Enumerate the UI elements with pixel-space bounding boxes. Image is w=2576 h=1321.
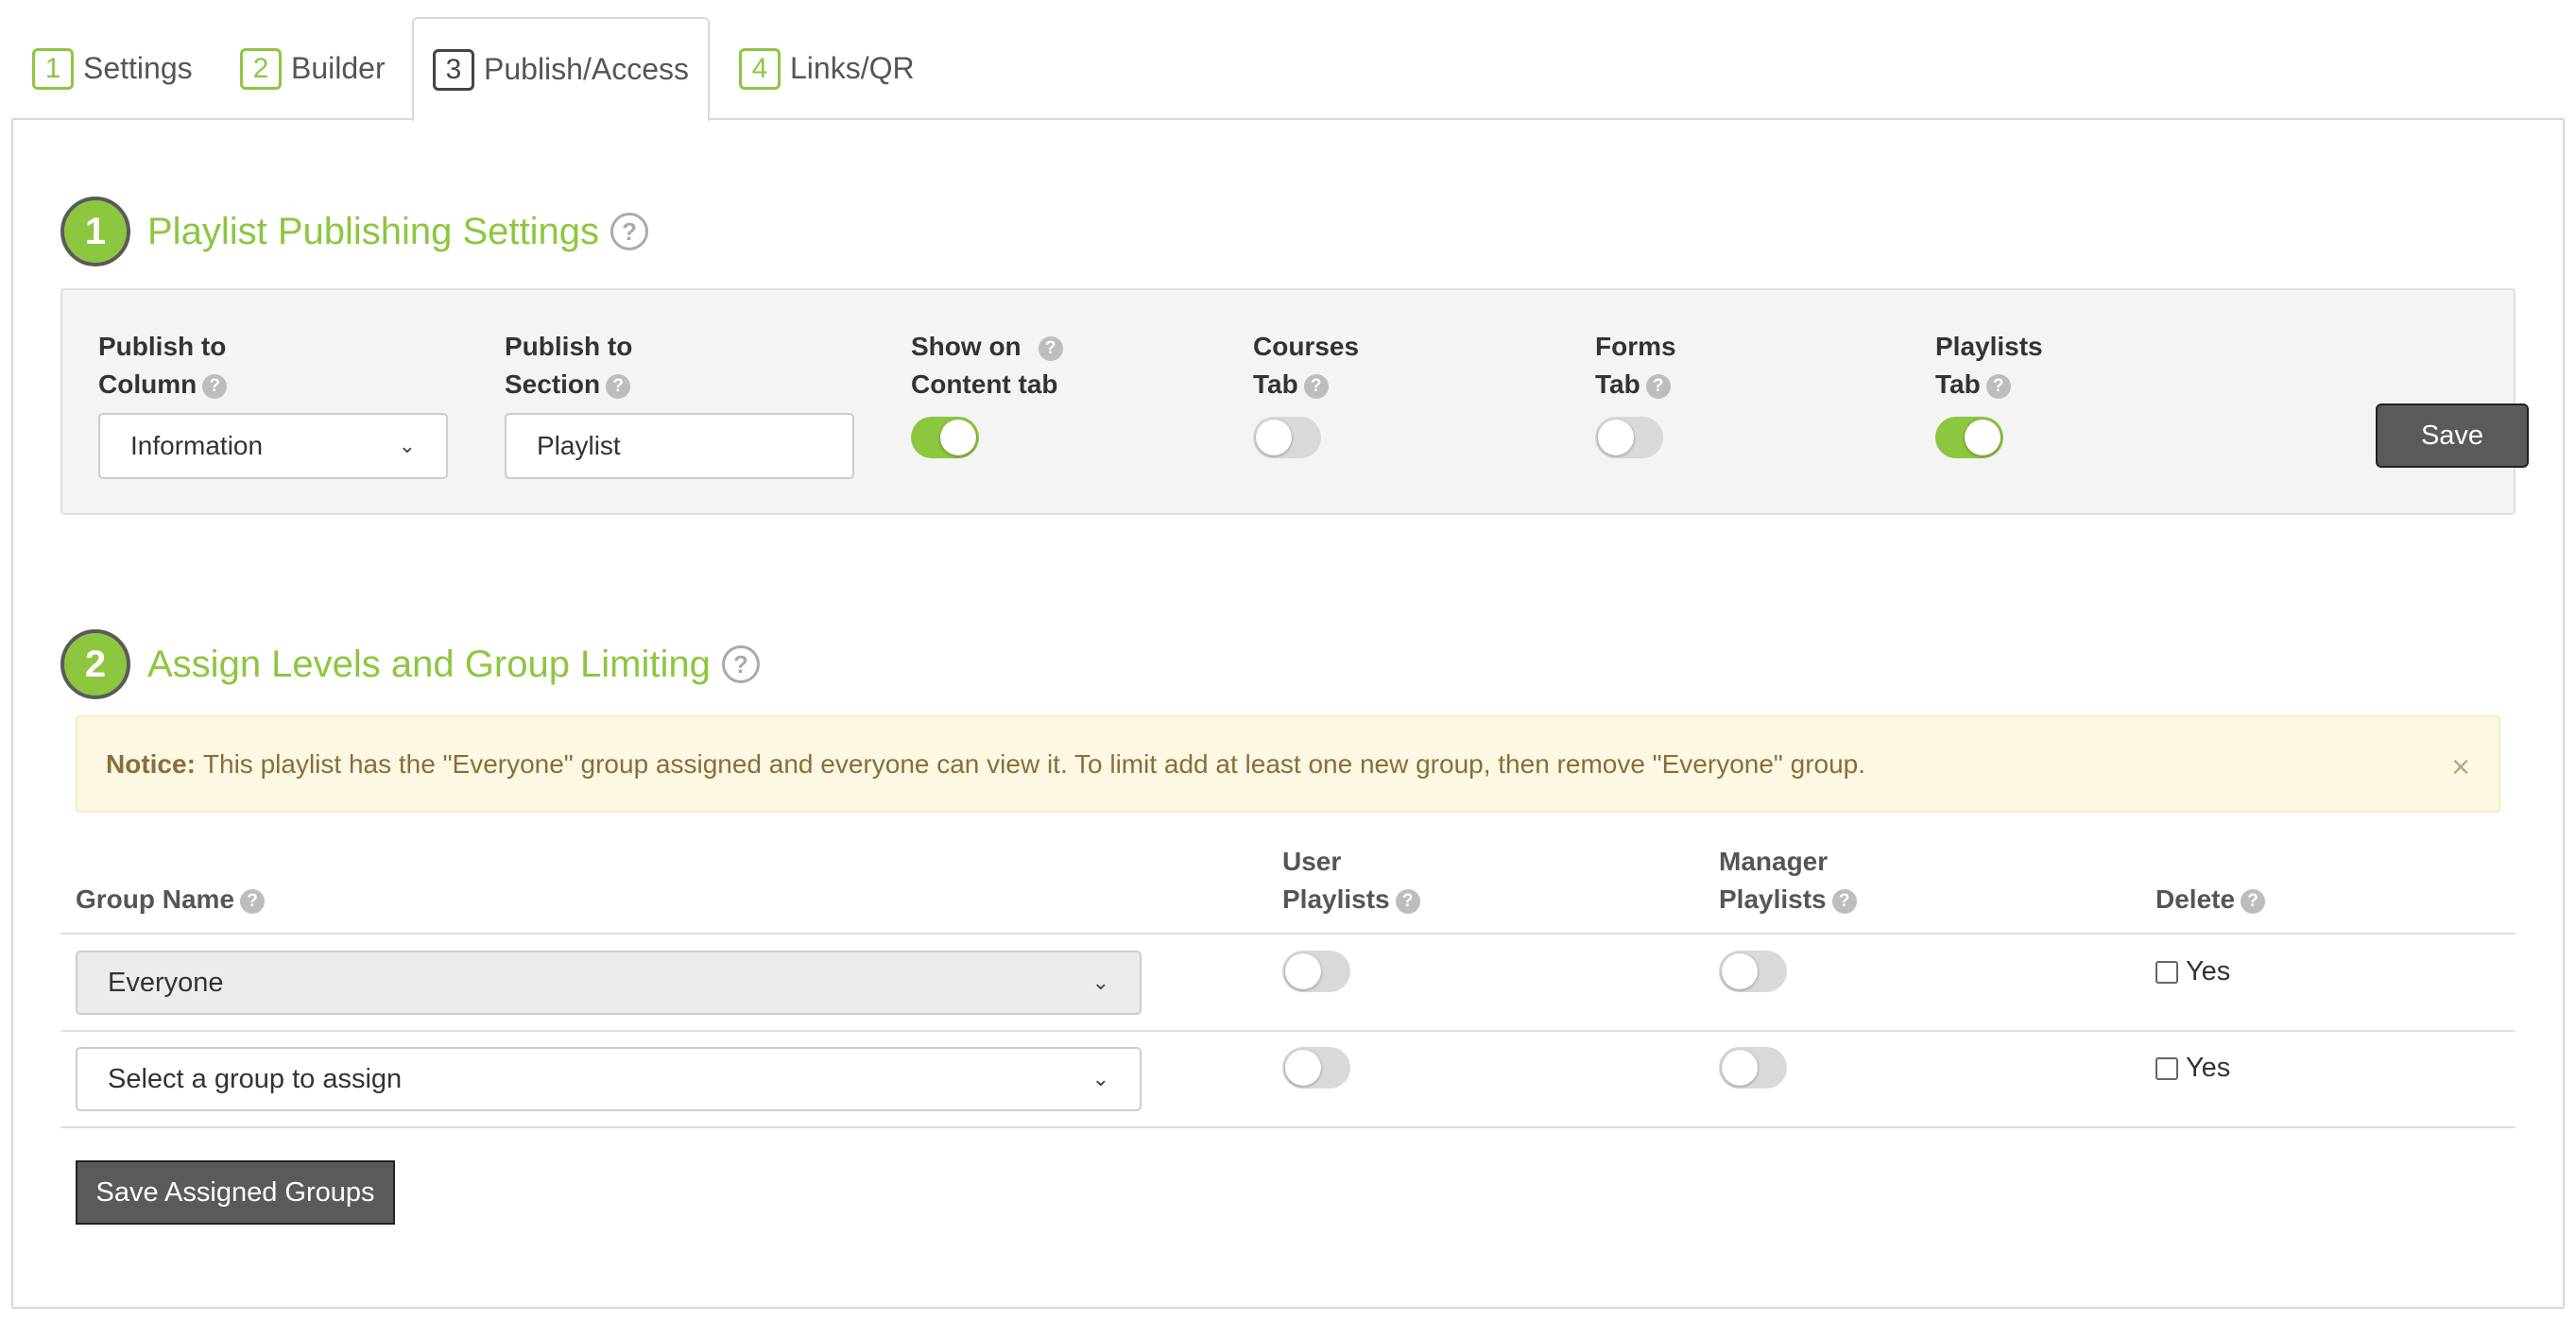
publish-column-value: Information (130, 431, 264, 460)
forms-tab-toggle[interactable] (1595, 417, 1663, 458)
section-2-title: Assign Levels and Group Limiting (147, 643, 711, 685)
delete-checkbox[interactable] (2155, 960, 2178, 984)
step-badge-2: 2 (60, 629, 130, 699)
section-1-header: 1 Playlist Publishing Settings ? (60, 197, 649, 266)
delete-checkbox[interactable] (2155, 1056, 2178, 1080)
section-1-title: Playlist Publishing Settings (147, 210, 600, 252)
courses-tab-field: Courses Tab? (1253, 328, 1359, 463)
forms-tab-label-line1: Forms (1595, 332, 1676, 361)
group-select-everyone[interactable]: Everyone ⌄ (76, 951, 1142, 1015)
user-playlists-header-line2: Playlists (1282, 884, 1390, 914)
tab-settings[interactable]: 1 Settings (32, 17, 193, 120)
tab-builder[interactable]: 2 Builder (240, 17, 386, 120)
tab-links-qr-number: 4 (739, 47, 781, 90)
section-2-header: 2 Assign Levels and Group Limiting ? (60, 629, 760, 699)
tab-settings-label: Settings (83, 51, 193, 85)
tab-bar: 1 Settings 2 Builder 3 Publish/Access 4 … (13, 17, 2565, 122)
delete-checkbox-label: Yes (2186, 1053, 2231, 1083)
delete-checkbox-row[interactable]: Yes (2155, 1053, 2230, 1084)
column-header-group-name: Group Name? (76, 881, 266, 918)
show-content-toggle[interactable] (911, 417, 979, 458)
group-select-value: Select a group to assign (108, 1063, 403, 1094)
chevron-down-icon: ⌄ (398, 434, 416, 457)
tab-publish-access-number: 3 (433, 48, 474, 91)
table-divider (60, 1030, 2516, 1032)
column-header-user-playlists: User Playlists? (1282, 843, 1420, 918)
playlists-tab-field: Playlists Tab? (1935, 328, 2043, 463)
publish-column-label-line2: Column (98, 369, 197, 399)
courses-tab-toggle[interactable] (1253, 417, 1321, 458)
chevron-down-icon: ⌄ (1091, 970, 1109, 994)
help-icon[interactable]: ? (1303, 373, 1329, 399)
chevron-down-icon: ⌄ (1091, 1067, 1109, 1090)
manager-playlists-header-line2: Playlists (1719, 884, 1827, 914)
publishing-settings-box: Publish to Column? Information ⌄ Publish… (60, 288, 2529, 515)
publish-column-field: Publish to Column? (98, 328, 228, 403)
publish-section-input[interactable]: Playlist (505, 413, 854, 479)
publish-column-label-line1: Publish to (98, 332, 227, 361)
manager-playlists-header-line1: Manager (1719, 847, 1829, 876)
show-content-label-line1: Show on (911, 332, 1022, 361)
group-select-new[interactable]: Select a group to assign ⌄ (76, 1047, 1142, 1111)
close-icon[interactable]: × (2451, 749, 2470, 786)
tab-builder-number: 2 (240, 47, 282, 90)
notice-alert: Notice: This playlist has the "Everyone"… (76, 715, 2500, 813)
help-icon[interactable]: ? (240, 888, 266, 914)
help-icon[interactable]: ? (1395, 888, 1420, 914)
tab-links-qr[interactable]: 4 Links/QR (739, 17, 915, 120)
tab-settings-number: 1 (32, 47, 74, 90)
help-icon[interactable]: ? (202, 373, 228, 399)
delete-header-label: Delete (2155, 884, 2236, 914)
tab-links-qr-label: Links/QR (790, 51, 915, 85)
user-playlists-toggle[interactable] (1282, 1047, 1350, 1089)
help-icon[interactable]: ? (1985, 373, 2011, 399)
column-header-manager-playlists: Manager Playlists? (1719, 843, 1857, 918)
publish-section-field: Publish to Section? (505, 328, 632, 403)
manager-playlists-toggle[interactable] (1719, 1047, 1787, 1089)
user-playlists-header-line1: User (1282, 847, 1342, 876)
help-icon[interactable]: ? (1038, 335, 1063, 361)
step-badge-1: 1 (60, 197, 130, 266)
help-icon[interactable]: ? (721, 645, 760, 683)
group-name-header-label: Group Name (76, 884, 235, 914)
publish-section-label-line1: Publish to (505, 332, 633, 361)
delete-checkbox-row[interactable]: Yes (2155, 956, 2230, 987)
table-divider (60, 933, 2516, 935)
forms-tab-field: Forms Tab? (1595, 328, 1676, 463)
help-icon[interactable]: ? (1831, 888, 1857, 914)
table-divider (60, 1126, 2516, 1128)
column-header-delete: Delete? (2155, 881, 2266, 918)
publish-section-label-line2: Section (505, 369, 601, 399)
notice-strong: Notice: (106, 748, 196, 779)
notice-text: This playlist has the "Everyone" group a… (202, 748, 1866, 779)
save-button[interactable]: Save (2376, 403, 2529, 468)
courses-tab-label-line2: Tab (1253, 369, 1298, 399)
publish-column-select[interactable]: Information ⌄ (98, 413, 448, 479)
save-assigned-groups-button[interactable]: Save Assigned Groups (76, 1160, 395, 1225)
show-content-field: Show on? Content tab (911, 328, 1063, 463)
playlists-tab-label-line2: Tab (1935, 369, 1981, 399)
tab-publish-access-label: Publish/Access (484, 52, 689, 86)
playlists-tab-toggle[interactable] (1935, 417, 2003, 458)
user-playlists-toggle[interactable] (1282, 951, 1350, 992)
publish-section-value: Playlist (537, 431, 621, 460)
tab-builder-label: Builder (291, 51, 386, 85)
show-content-label-line2: Content tab (911, 369, 1058, 399)
delete-checkbox-label: Yes (2186, 956, 2231, 986)
help-icon[interactable]: ? (1645, 373, 1671, 399)
forms-tab-label-line2: Tab (1595, 369, 1640, 399)
tab-publish-access[interactable]: 3 Publish/Access (412, 17, 710, 122)
playlists-tab-label-line1: Playlists (1935, 332, 2043, 361)
help-icon[interactable]: ? (606, 373, 631, 399)
help-icon[interactable]: ? (610, 213, 649, 250)
courses-tab-label-line1: Courses (1253, 332, 1360, 361)
manager-playlists-toggle[interactable] (1719, 951, 1787, 992)
group-select-value: Everyone (108, 967, 224, 998)
help-icon[interactable]: ? (2241, 888, 2266, 914)
